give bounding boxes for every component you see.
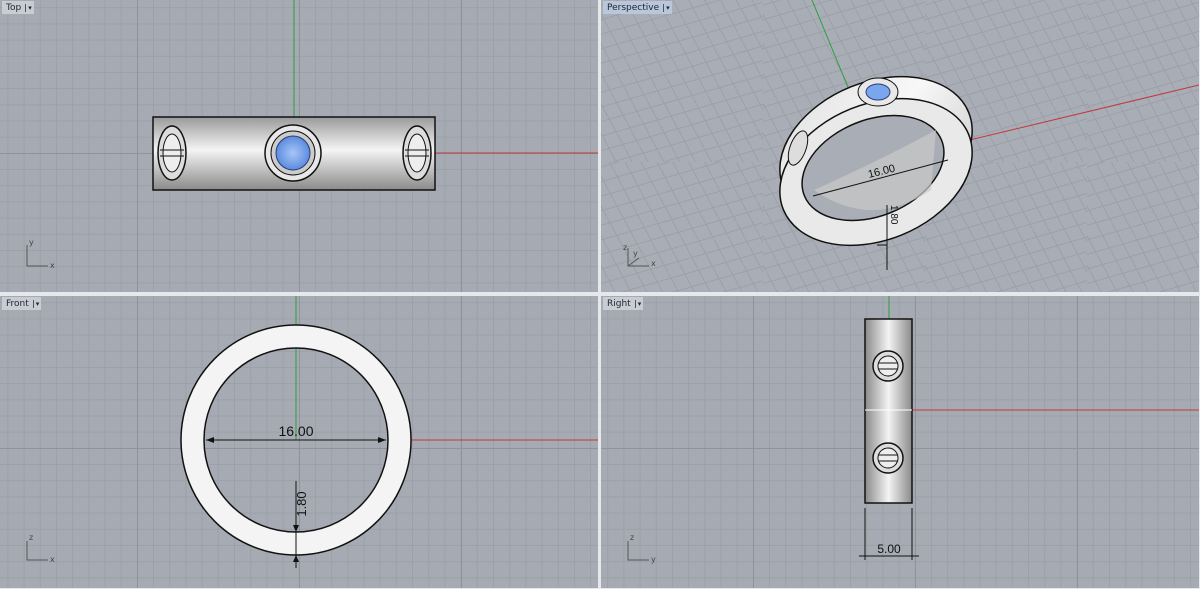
gizmo-z-label: z xyxy=(29,533,33,542)
tab-perspective[interactable]: Perspective ▾ xyxy=(603,1,672,14)
gemstone xyxy=(264,124,322,182)
viewport-title: Perspective xyxy=(607,2,660,13)
axis-gizmo xyxy=(627,248,649,267)
gemstone xyxy=(857,77,899,107)
chevron-down-icon[interactable]: ▾ xyxy=(25,3,32,12)
viewport-front[interactable]: 16.00 1.80 z x Front ▾ xyxy=(0,296,598,588)
chevron-down-icon[interactable]: ▾ xyxy=(634,299,641,308)
gizmo-x-label: x xyxy=(50,555,55,564)
axis-gizmo xyxy=(26,541,48,561)
right-view-canvas: 5.00 z y xyxy=(627,296,1199,564)
gizmo-y-label: y xyxy=(29,238,34,247)
viewport-right[interactable]: 5.00 z y Right ▾ xyxy=(601,296,1199,588)
tab-top[interactable]: Top ▾ xyxy=(2,1,34,14)
gizmo-y-label: y xyxy=(651,555,656,564)
viewport-perspective[interactable]: 16.00 1.80 z y x Perspective ▾ xyxy=(601,0,1199,292)
gizmo-x-label: x xyxy=(50,261,55,270)
gizmo-z-label: z xyxy=(630,533,634,542)
axis-gizmo xyxy=(627,541,649,561)
viewport-top[interactable]: y x Top ▾ xyxy=(0,0,598,292)
dimension-diameter: 16.00 xyxy=(278,423,313,439)
dimension-thickness: 1.80 xyxy=(294,491,309,516)
tab-right[interactable]: Right ▾ xyxy=(603,297,644,310)
screw-lower xyxy=(872,442,904,474)
gizmo-z-label: z xyxy=(623,243,627,252)
viewport-title: Front xyxy=(6,298,29,309)
gizmo-x-label: x xyxy=(651,259,656,268)
dimension-width: 5.00 xyxy=(877,542,901,556)
ring-band xyxy=(864,318,913,504)
screw-left xyxy=(157,125,187,181)
screw-right xyxy=(402,125,432,181)
tab-front[interactable]: Front ▾ xyxy=(2,297,42,310)
axis-gizmo xyxy=(26,245,48,267)
chevron-down-icon[interactable]: ▾ xyxy=(32,299,39,308)
gizmo-y-label: y xyxy=(633,249,638,258)
screw-upper xyxy=(872,350,904,382)
viewport-title: Right xyxy=(607,298,631,309)
front-view-canvas: 16.00 1.80 z x xyxy=(26,296,598,568)
dimension-thickness: 1.80 xyxy=(888,205,899,225)
chevron-down-icon[interactable]: ▾ xyxy=(663,3,670,12)
perspective-view-canvas: 16.00 1.80 z y x xyxy=(623,0,1199,270)
viewport-title: Top xyxy=(6,2,22,13)
top-view-canvas: y x xyxy=(26,0,598,270)
